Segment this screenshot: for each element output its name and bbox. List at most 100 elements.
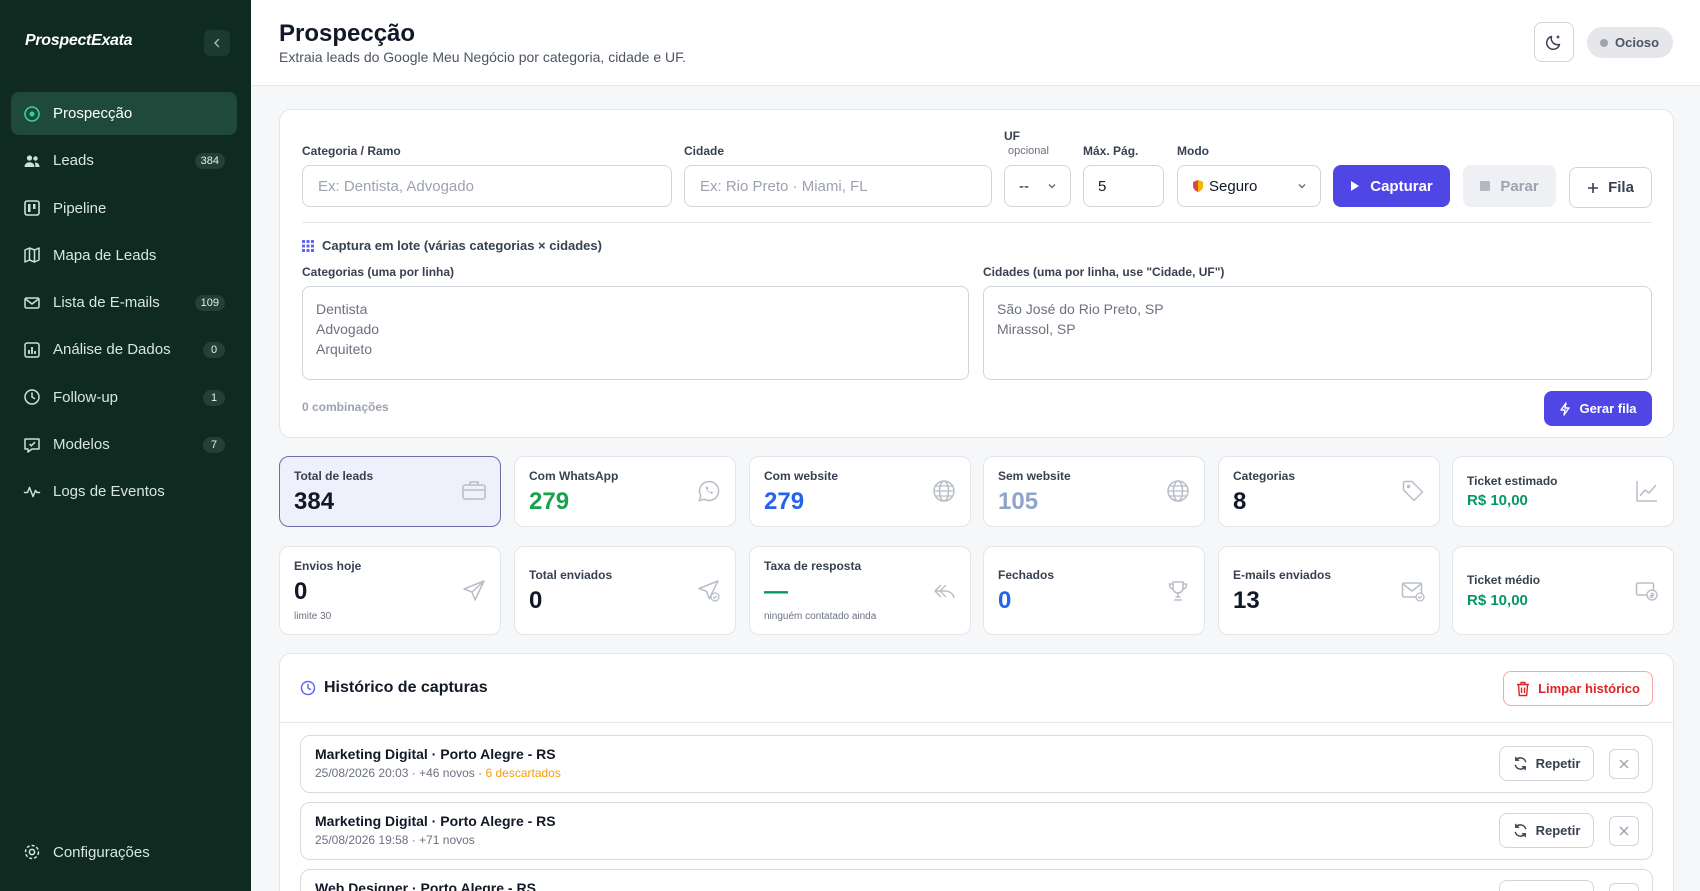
stat-card-ticket-estimado[interactable]: Ticket estimado R$ 10,00 [1452,456,1674,527]
repeat-button[interactable]: Repetir [1499,746,1594,781]
target-icon [23,105,41,123]
sidebar-item-logs[interactable]: Logs de Eventos [11,470,237,513]
stat-card-taxa-resposta[interactable]: Taxa de resposta — ninguém contatado ain… [749,546,971,635]
history-row-title: Web Designer · Porto Alegre - RS [315,880,536,891]
cities-textarea[interactable]: São José do Rio Preto, SP Mirassol, SP [983,286,1652,380]
stat-value: 0 [294,578,308,605]
history-row-title: Marketing Digital · Porto Alegre - RS [315,813,556,829]
sidebar-item-label: Prospecção [53,105,133,122]
sidebar-item-configuracoes[interactable]: Configurações [23,843,150,861]
repeat-button[interactable] [1499,880,1594,891]
chevron-down-icon [1046,180,1058,192]
send-check-icon [697,579,721,603]
uf-optional-hint: opcional [1008,145,1049,157]
modelos-count-badge: 7 [203,437,225,454]
stat-label: Com WhatsApp [529,469,619,483]
sidebar-item-mapa[interactable]: Mapa de Leads [11,234,237,277]
mode-select[interactable]: Seguro [1177,165,1321,207]
remove-history-button[interactable] [1609,816,1639,846]
analise-count-badge: 0 [203,342,225,359]
close-icon [1618,758,1630,770]
template-icon [23,436,41,454]
globe-icon [1166,479,1190,503]
stat-label: Sem website [998,469,1071,483]
sidebar-item-label: Leads [53,152,94,170]
whatsapp-icon [697,479,721,503]
city-input[interactable]: Ex: Rio Preto · Miami, FL [684,165,992,207]
stat-card-fechados[interactable]: Fechados 0 [983,546,1205,635]
settings-label: Configurações [53,843,150,861]
stat-card-emails-enviados[interactable]: E-mails enviados 13 [1218,546,1440,635]
stat-card-envios-hoje[interactable]: Envios hoje 0 limite 30 [279,546,501,635]
mail-icon [23,294,41,312]
repeat-button[interactable]: Repetir [1499,813,1594,848]
clear-history-label: Limpar histórico [1538,681,1640,696]
stat-value: 384 [294,488,335,515]
sidebar-item-followup[interactable]: Follow-up 1 [11,376,237,419]
theme-toggle-button[interactable] [1534,22,1574,62]
sidebar-nav: Prospecção Leads 384 Pipeline Mapa de Le… [11,92,237,518]
close-icon [1618,825,1630,837]
stat-value: R$ 10,00 [1467,592,1528,609]
capture-history-card: Histórico de capturas Limpar histórico M… [279,653,1674,891]
stat-value: 0 [529,587,543,614]
generate-queue-button[interactable]: Gerar fila [1544,391,1652,426]
city-label: Cidade [684,144,725,158]
stat-label: Com website [764,469,839,483]
remove-history-button[interactable] [1609,749,1639,779]
uf-select[interactable]: -- [1004,165,1071,207]
activity-icon [23,483,41,501]
category-input[interactable]: Ex: Dentista, Advogado [302,165,672,207]
stat-value: — [764,578,788,605]
sidebar-item-prospeccao[interactable]: Prospecção [11,92,237,135]
clear-history-button[interactable]: Limpar histórico [1503,671,1653,706]
history-divider [280,722,1673,723]
status-dot [1600,38,1608,47]
remove-history-button[interactable] [1609,883,1639,891]
stat-label: Taxa de resposta [764,559,862,573]
stat-card-com-website[interactable]: Com website 279 [749,456,971,527]
stat-card-categorias[interactable]: Categorias 8 [1218,456,1440,527]
sidebar-item-label: Análise de Dados [53,341,171,359]
stat-card-ticket-medio[interactable]: Ticket médio R$ 10,00 [1452,546,1674,635]
stop-button[interactable]: Parar [1463,165,1556,207]
stat-value: 8 [1233,488,1247,515]
sidebar-item-emails[interactable]: Lista de E-mails 109 [11,281,237,324]
categories-textarea[interactable]: Dentista Advogado Arquiteto [302,286,969,380]
sidebar-item-label: Modelos [53,436,110,454]
queue-button[interactable]: Fila [1569,167,1652,208]
sidebar-item-pipeline[interactable]: Pipeline [11,187,237,230]
page-subtitle: Extraia leads do Google Meu Negócio por … [279,49,687,65]
money-icon [1635,579,1659,603]
stat-label: E-mails enviados [1233,568,1332,582]
history-row-meta: 25/08/2026 19:58 · +71 novos [315,833,475,847]
stat-card-sem-website[interactable]: Sem website 105 [983,456,1205,527]
brand-logo: ProspectExata [25,32,133,49]
lightning-icon [1559,401,1571,416]
stat-card-total-enviados[interactable]: Total enviados 0 [514,546,736,635]
sidebar-item-analise[interactable]: Análise de Dados 0 [11,328,237,371]
sidebar-item-leads[interactable]: Leads 384 [11,139,237,182]
stat-card-whatsapp[interactable]: Com WhatsApp 279 [514,456,736,527]
history-clock-icon [300,680,316,696]
capture-button-label: Capturar [1370,177,1433,195]
collapse-sidebar-button[interactable] [204,30,230,56]
page-header: Prospecção Extraia leads do Google Meu N… [251,0,1700,86]
sidebar-item-modelos[interactable]: Modelos 7 [11,423,237,466]
max-pages-input[interactable]: 5 [1083,165,1164,207]
trash-icon [1516,681,1530,697]
stop-button-label: Parar [1500,177,1539,195]
mode-select-value: Seguro [1209,177,1258,195]
max-pages-label: Máx. Pág. [1083,144,1139,158]
batch-capture-title: Captura em lote (várias categorias × cid… [302,238,602,253]
stat-label: Total enviados [529,568,613,582]
form-divider [302,222,1652,223]
capture-button[interactable]: Capturar [1333,165,1450,207]
gear-icon [23,843,41,861]
mode-label: Modo [1177,144,1209,158]
batch-capture-title-text: Captura em lote (várias categorias × cid… [322,238,602,253]
briefcase-icon [462,479,486,501]
stat-card-total-leads[interactable]: Total de leads 384 [279,456,501,527]
history-row-title: Marketing Digital · Porto Alegre - RS [315,746,556,762]
clock-icon [23,388,41,406]
